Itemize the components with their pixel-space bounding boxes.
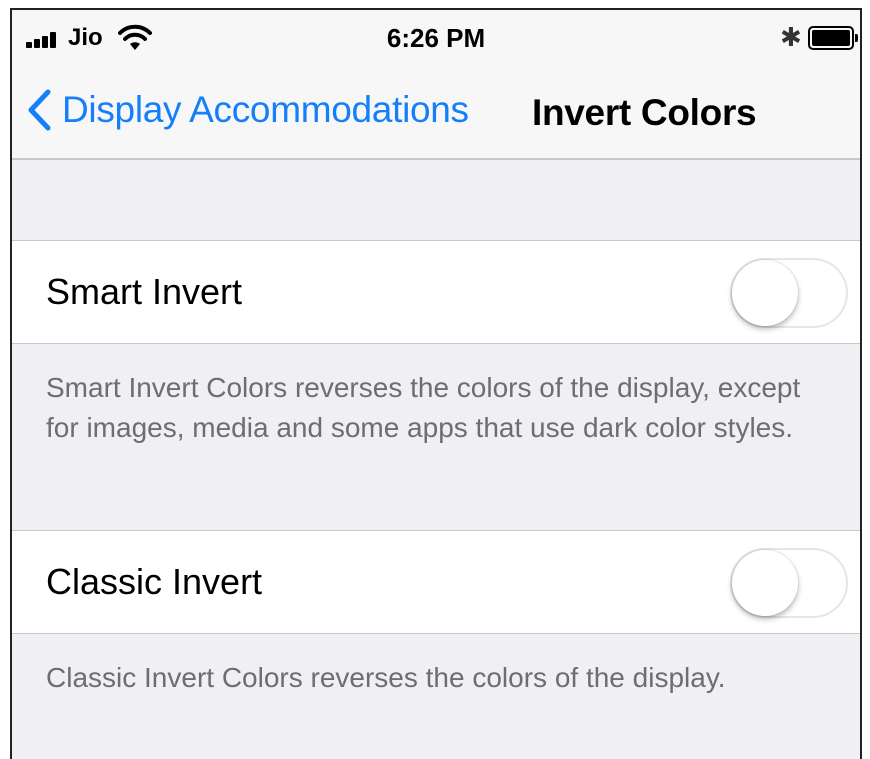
status-bar: Jio 6:26 PM ✱ xyxy=(12,10,860,68)
back-button[interactable]: Display Accommodations xyxy=(26,88,469,132)
classic-invert-toggle[interactable] xyxy=(730,548,848,618)
smart-invert-label: Smart Invert xyxy=(46,271,243,312)
classic-invert-description: Classic Invert Colors reverses the color… xyxy=(46,662,726,693)
phone-screen: Jio 6:26 PM ✱ Display Accommodations Inv… xyxy=(10,8,862,759)
toggle-knob xyxy=(732,260,798,326)
battery-icon xyxy=(808,26,858,50)
smart-invert-toggle[interactable] xyxy=(730,258,848,328)
smart-invert-row: Smart Invert xyxy=(12,240,860,344)
classic-invert-label: Classic Invert xyxy=(46,561,263,602)
classic-invert-row: Classic Invert xyxy=(12,530,860,634)
toggle-knob xyxy=(732,550,798,616)
chevron-left-icon xyxy=(28,89,51,131)
page-title: Invert Colors xyxy=(532,92,757,133)
navigation-bar: Display Accommodations Invert Colors xyxy=(12,68,860,160)
back-button-label: Display Accommodations xyxy=(62,89,469,130)
bluetooth-icon: ✱ xyxy=(780,22,802,52)
smart-invert-description: Smart Invert Colors reverses the colors … xyxy=(46,372,801,443)
status-time: 6:26 PM xyxy=(386,23,486,53)
